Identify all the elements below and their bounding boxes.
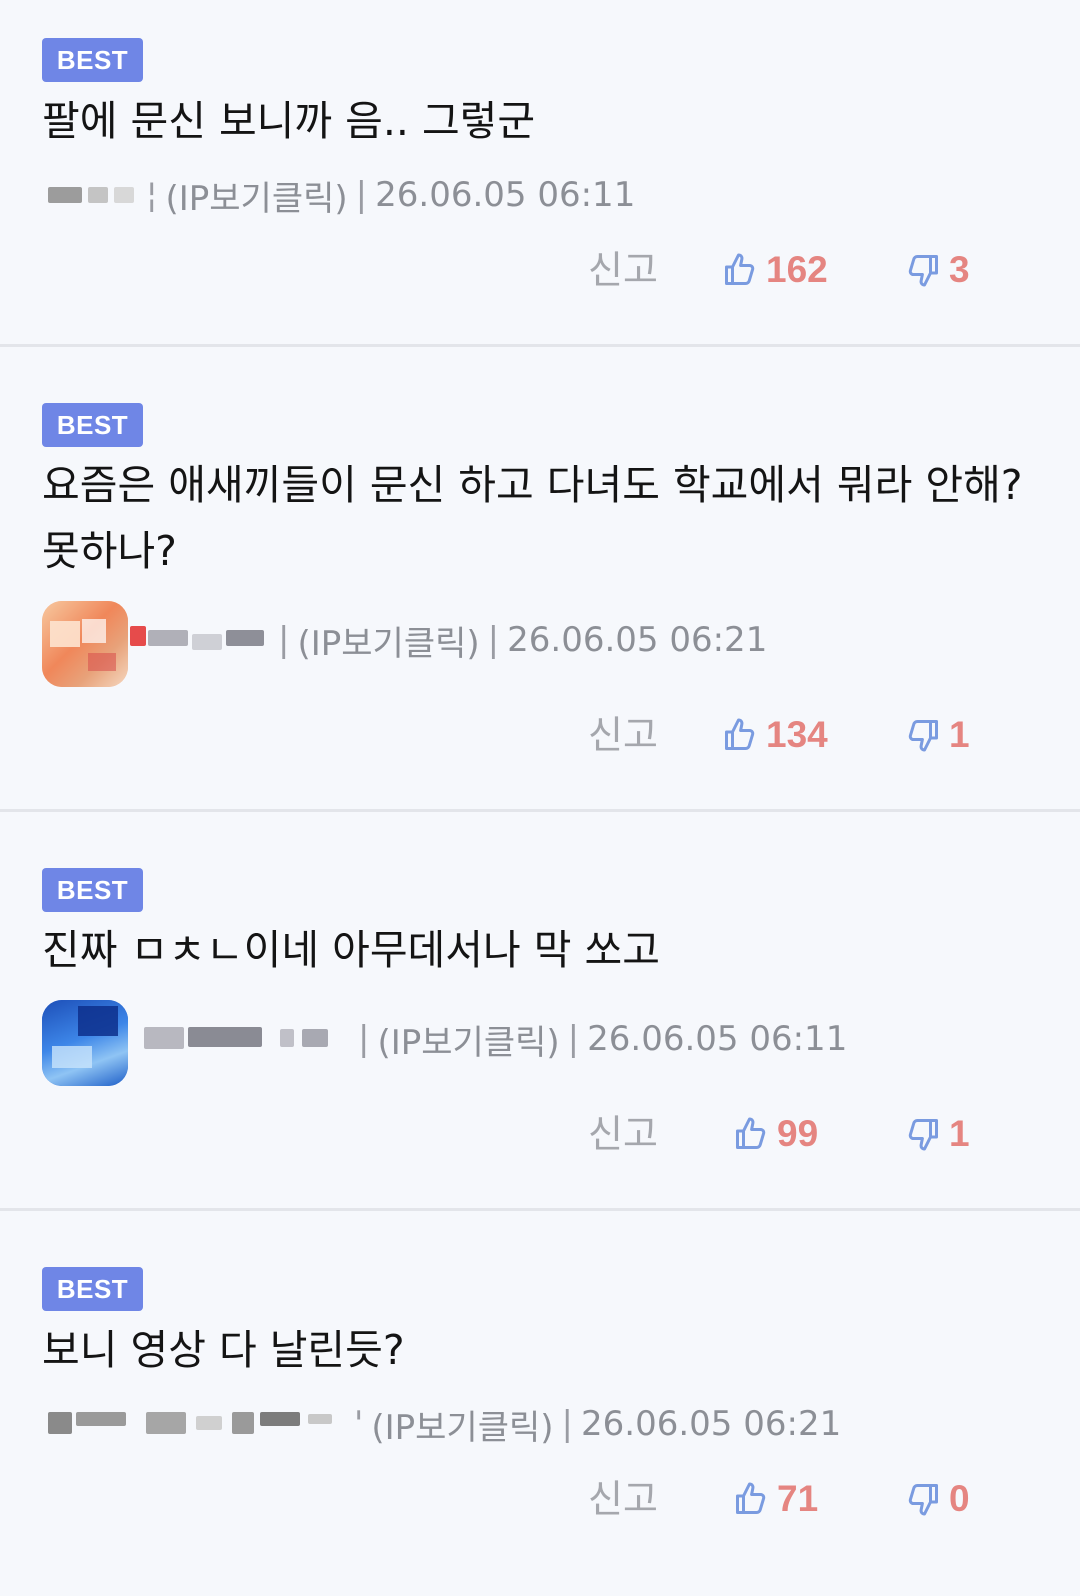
report-button[interactable]: 신고 (588, 710, 658, 760)
dislike-count: 0 (949, 1478, 970, 1519)
dislike-count: 1 (949, 1113, 970, 1154)
thumbs-up-icon (736, 1482, 766, 1514)
like-button[interactable]: 99 (733, 1109, 818, 1159)
meta-separator: | (278, 620, 290, 660)
comment-divider (0, 344, 1080, 347)
dislike-count: 3 (949, 249, 970, 290)
dislike-button[interactable]: 0 (905, 1474, 970, 1524)
author-name-blurred[interactable] (46, 1404, 346, 1444)
ip-view-link[interactable]: (IP보기클릭) (377, 1015, 559, 1064)
meta-separator: | (561, 1404, 574, 1444)
report-button[interactable]: 신고 (588, 1474, 658, 1524)
best-comment-list: BEST 팔에 문신 보니까 음.. 그렇군 ¦ (IP보기클릭) | 26.0… (0, 0, 1080, 1596)
best-badge: BEST (42, 403, 143, 447)
best-badge: BEST (42, 868, 143, 912)
like-button[interactable]: 162 (722, 245, 828, 295)
thumbs-up-icon (725, 718, 755, 750)
comment-actions: 신고 134 1 (0, 710, 1080, 760)
thumbs-down-icon (908, 720, 938, 752)
comment-actions: 신고 99 1 (0, 1109, 1080, 1159)
dislike-button[interactable]: 1 (905, 1109, 970, 1159)
thumbs-down-icon (908, 1119, 938, 1151)
like-button[interactable]: 71 (733, 1474, 818, 1524)
comment-divider (0, 809, 1080, 812)
dislike-button[interactable]: 3 (905, 245, 970, 295)
best-badge: BEST (42, 38, 143, 82)
thumbs-down-icon (908, 255, 938, 287)
comment-divider (0, 1208, 1080, 1211)
author-name-blurred[interactable] (46, 175, 138, 215)
like-count: 71 (777, 1478, 819, 1519)
ip-view-link[interactable]: (IP보기클릭) (165, 171, 347, 220)
comment-timestamp: 26.06.05 06:21 (581, 1404, 842, 1444)
report-button[interactable]: 신고 (588, 245, 658, 295)
meta-separator: | (358, 1019, 370, 1059)
comment-text: 보니 영상 다 날린듯? (42, 1326, 405, 1374)
report-button[interactable]: 신고 (588, 1109, 658, 1159)
like-count: 99 (777, 1113, 819, 1154)
author-name-blurred[interactable] (130, 620, 270, 660)
avatar[interactable] (42, 601, 128, 687)
meta-separator: | (355, 175, 368, 215)
ip-view-link[interactable]: (IP보기클릭) (297, 616, 479, 665)
comment-actions: 신고 162 3 (0, 245, 1080, 295)
avatar[interactable] (42, 1000, 128, 1086)
like-count: 134 (766, 714, 828, 755)
comment-meta: ¦ (IP보기클릭) | 26.06.05 06:11 (46, 175, 636, 219)
ip-view-link[interactable]: (IP보기클릭) (371, 1400, 553, 1449)
meta-separator: ¦ (146, 175, 158, 215)
comment-timestamp: 26.06.05 06:11 (375, 175, 636, 215)
comment-timestamp: 26.06.05 06:11 (587, 1019, 848, 1059)
comment-text: 팔에 문신 보니까 음.. 그렇군 (42, 97, 536, 145)
comment-text: 진짜 ㅁㅊㄴ이네 아무데서나 막 쏘고 (42, 926, 660, 974)
author-name-blurred[interactable] (140, 1019, 350, 1059)
thumbs-down-icon (908, 1484, 938, 1516)
comment-meta: ' (IP보기클릭) | 26.06.05 06:21 (46, 1404, 842, 1448)
comment-meta: | (IP보기클릭) | 26.06.05 06:21 (130, 620, 768, 664)
comment-meta: | (IP보기클릭) | 26.06.05 06:11 (140, 1019, 848, 1063)
meta-separator: ' (354, 1404, 364, 1444)
like-button[interactable]: 134 (722, 710, 828, 760)
thumbs-up-icon (736, 1117, 766, 1149)
dislike-count: 1 (949, 714, 970, 755)
best-badge: BEST (42, 1267, 143, 1311)
thumbs-up-icon (725, 253, 755, 285)
meta-separator: | (567, 1019, 580, 1059)
dislike-button[interactable]: 1 (905, 710, 970, 760)
comment-actions: 신고 71 0 (0, 1474, 1080, 1524)
like-count: 162 (766, 249, 828, 290)
comment-timestamp: 26.06.05 06:21 (507, 620, 768, 660)
meta-separator: | (487, 620, 500, 660)
comment-text: 요즘은 애새끼들이 문신 하고 다녀도 학교에서 뭐라 안해? 못하나? (42, 461, 1023, 575)
